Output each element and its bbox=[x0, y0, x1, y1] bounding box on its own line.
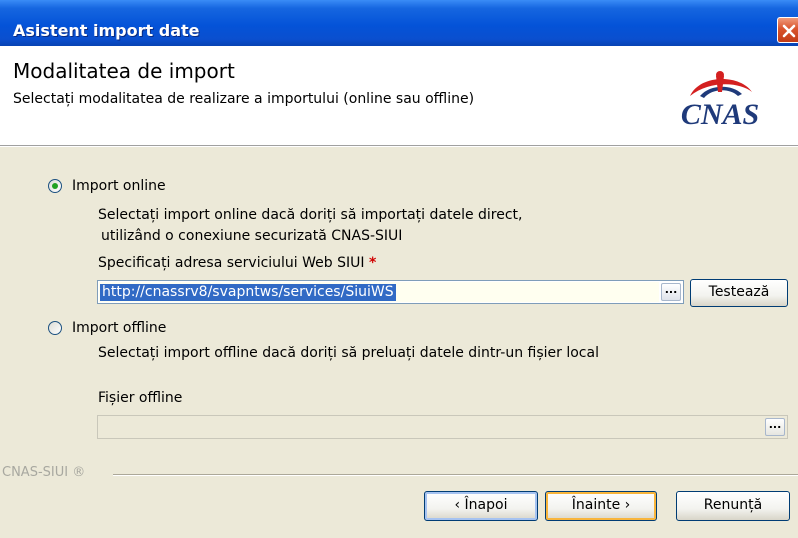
wizard-body: Import online Selectați import online da… bbox=[0, 147, 798, 538]
wizard-header: Modalitatea de import Selectați modalita… bbox=[0, 46, 798, 146]
back-button[interactable]: ‹ Înapoi bbox=[424, 491, 538, 521]
import-online-description-line2: utilizând o conexiune securizată CNAS-SI… bbox=[101, 228, 403, 244]
page-subtitle: Selectați modalitatea de realizare a imp… bbox=[13, 91, 475, 107]
service-address-label: Specificați adresa serviciului Web SIUI … bbox=[98, 255, 376, 271]
required-marker: * bbox=[368, 255, 377, 271]
close-icon bbox=[782, 24, 796, 38]
service-address-browse-button[interactable]: ... bbox=[661, 283, 681, 301]
page-title: Modalitatea de import bbox=[13, 59, 235, 83]
radio-selected-dot bbox=[52, 183, 58, 189]
service-address-value[interactable]: http://cnassrv8/svapntws/services/SiuiWS bbox=[100, 284, 396, 301]
import-offline-label[interactable]: Import offline bbox=[72, 320, 166, 336]
offline-file-label: Fișier offline bbox=[98, 390, 183, 406]
window-title: Asistent import date bbox=[13, 21, 200, 40]
window-titlebar[interactable]: Asistent import date bbox=[0, 0, 798, 46]
offline-file-browse-button[interactable]: ... bbox=[765, 418, 785, 436]
footer-divider bbox=[113, 474, 798, 476]
offline-file-field[interactable]: ... bbox=[97, 415, 788, 439]
service-address-field[interactable]: http://cnassrv8/svapntws/services/SiuiWS… bbox=[97, 280, 684, 304]
cancel-button[interactable]: Renunță bbox=[676, 491, 790, 521]
import-online-radio[interactable] bbox=[48, 179, 62, 193]
next-button[interactable]: Înainte › bbox=[545, 491, 657, 521]
import-online-description-line1: Selectați import online dacă doriți să i… bbox=[98, 207, 523, 223]
import-offline-radio[interactable] bbox=[48, 321, 62, 335]
test-button[interactable]: Testează bbox=[690, 279, 788, 307]
cnas-logo: CNAS bbox=[681, 71, 759, 130]
logo-text: CNAS bbox=[681, 98, 759, 130]
import-online-label[interactable]: Import online bbox=[72, 178, 166, 194]
import-offline-description: Selectați import offline dacă doriți să … bbox=[98, 345, 599, 361]
close-button[interactable] bbox=[777, 17, 798, 43]
service-address-label-text: Specificați adresa serviciului Web SIUI bbox=[98, 255, 365, 271]
footer-brand: CNAS-SIUI ® bbox=[2, 465, 86, 480]
